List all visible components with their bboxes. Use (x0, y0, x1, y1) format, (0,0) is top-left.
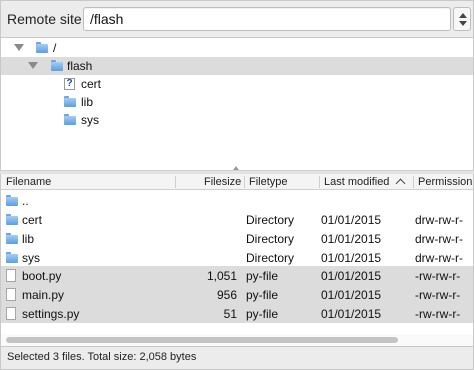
tree-item-label: flash (67, 59, 93, 73)
remote-site-bar: Remote site: /flash (0, 0, 474, 38)
file-type: py-file (246, 269, 279, 283)
file-name: settings.py (22, 307, 80, 321)
file-permissions: drw-rw-r- (415, 213, 463, 227)
file-name: main.py (22, 288, 65, 302)
splitter-handle-icon[interactable] (233, 166, 239, 170)
chevron-down-icon (459, 21, 467, 26)
document-icon (6, 288, 16, 301)
expanded-arrow-icon[interactable] (14, 44, 24, 51)
file-name: .. (22, 194, 29, 208)
file-modified: 01/01/2015 (321, 288, 382, 302)
column-header-last-modified[interactable]: Last modified (324, 176, 389, 188)
path-history-dropdown[interactable] (453, 7, 471, 31)
file-name: sys (22, 251, 40, 265)
file-permissions: -rw-rw-r- (415, 307, 461, 321)
file-row[interactable]: lib Directory 01/01/2015 drw-rw-r- (1, 229, 473, 248)
tree-item-label: sys (81, 113, 99, 127)
tree-item-flash[interactable]: flash (1, 57, 473, 75)
file-modified: 01/01/2015 (321, 232, 382, 246)
file-name: cert (22, 213, 43, 227)
tree-item-root[interactable]: / (1, 39, 473, 57)
column-header-filetype[interactable]: Filetype (249, 176, 288, 188)
sort-ascending-icon (397, 178, 405, 184)
remote-file-list[interactable]: Filename Filesize Filetype Last modified… (0, 174, 474, 344)
column-divider[interactable] (244, 176, 245, 188)
file-modified: 01/01/2015 (321, 213, 382, 227)
column-header-permissions[interactable]: Permission (418, 176, 472, 188)
tree-item-label: cert (81, 77, 102, 91)
file-row-parent[interactable]: .. (1, 191, 473, 210)
folder-icon (6, 233, 18, 244)
file-type: py-file (246, 307, 279, 321)
file-permissions: -rw-rw-r- (415, 288, 461, 302)
file-row[interactable]: main.py 956 py-file 01/01/2015 -rw-rw-r- (1, 285, 473, 304)
folder-icon (51, 60, 63, 71)
file-permissions: -rw-rw-r- (415, 269, 461, 283)
folder-icon (6, 195, 18, 206)
folder-icon (64, 96, 76, 107)
file-type: Directory (246, 213, 295, 227)
document-icon (6, 307, 16, 320)
file-row[interactable]: settings.py 51 py-file 01/01/2015 -rw-rw… (1, 304, 473, 323)
folder-icon (6, 214, 18, 225)
folder-icon (36, 42, 48, 53)
file-permissions: drw-rw-r- (415, 251, 463, 265)
remote-directory-tree[interactable]: / flash ? cert lib sys (0, 38, 474, 170)
file-name: boot.py (22, 269, 62, 283)
file-modified: 01/01/2015 (321, 251, 382, 265)
file-row[interactable]: cert Directory 01/01/2015 drw-rw-r- (1, 210, 473, 229)
file-permissions: drw-rw-r- (415, 232, 463, 246)
file-size: 51 (223, 307, 237, 321)
expanded-arrow-icon[interactable] (28, 62, 38, 69)
document-icon (6, 269, 16, 282)
selection-status: Selected 3 files. Total size: 2,058 byte… (7, 351, 197, 363)
remote-path-input[interactable]: /flash (83, 7, 451, 31)
file-type: py-file (246, 288, 279, 302)
tree-item-sys[interactable]: sys (1, 111, 473, 129)
file-modified: 01/01/2015 (321, 307, 382, 321)
tree-item-lib[interactable]: lib (1, 93, 473, 111)
horizontal-scrollbar[interactable] (0, 334, 474, 346)
file-list-header: Filename Filesize Filetype Last modified… (1, 174, 473, 190)
unknown-folder-icon: ? (64, 78, 75, 90)
file-size: 956 (216, 288, 237, 302)
column-divider[interactable] (319, 176, 320, 188)
file-type: Directory (246, 232, 295, 246)
file-type: Directory (246, 251, 295, 265)
column-divider[interactable] (175, 176, 176, 188)
column-divider[interactable] (413, 176, 414, 188)
folder-icon (6, 252, 18, 263)
file-size: 1,051 (206, 269, 237, 283)
remote-site-label: Remote site: (7, 11, 86, 27)
file-name: lib (22, 232, 35, 246)
column-header-filesize[interactable]: Filesize (204, 176, 241, 188)
column-header-filename[interactable]: Filename (6, 176, 51, 188)
status-bar: Selected 3 files. Total size: 2,058 byte… (0, 346, 474, 370)
chevron-up-icon (459, 13, 467, 18)
file-row[interactable]: sys Directory 01/01/2015 drw-rw-r- (1, 248, 473, 267)
scrollbar-thumb[interactable] (6, 337, 398, 343)
folder-icon (64, 114, 76, 125)
tree-item-label: / (53, 41, 57, 55)
tree-item-label: lib (81, 95, 94, 109)
file-modified: 01/01/2015 (321, 269, 382, 283)
tree-item-cert[interactable]: ? cert (1, 75, 473, 93)
file-row[interactable]: boot.py 1,051 py-file 01/01/2015 -rw-rw-… (1, 266, 473, 285)
